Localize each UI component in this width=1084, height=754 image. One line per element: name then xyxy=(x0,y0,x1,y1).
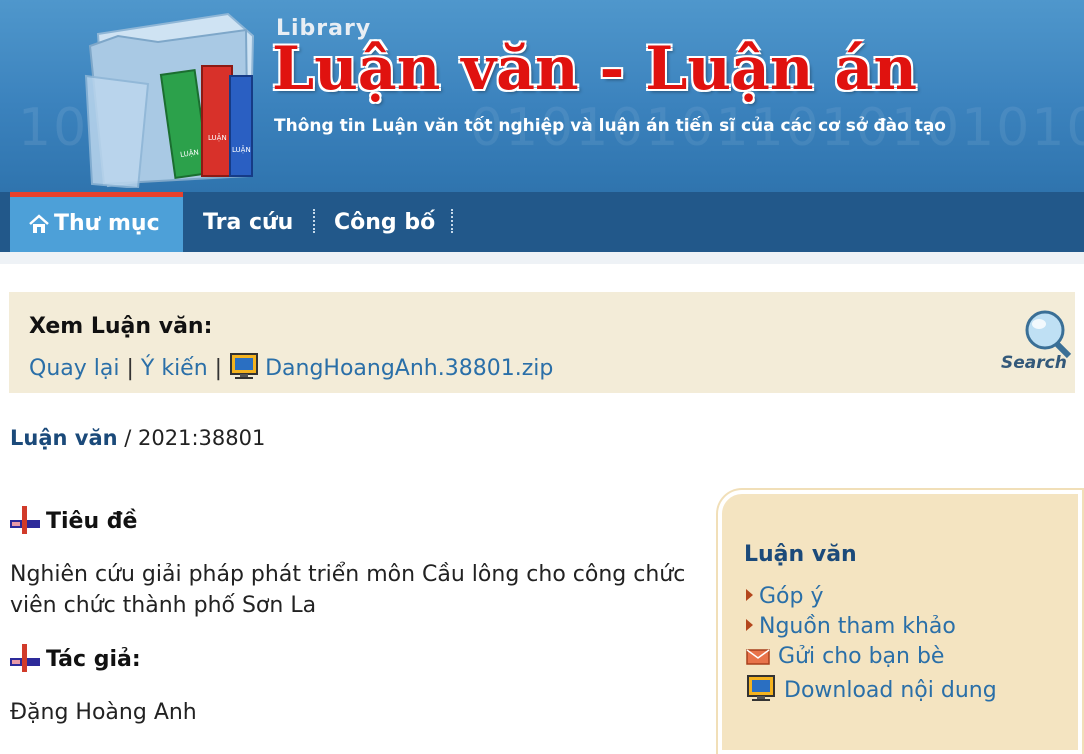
author-name-text: Đặng Hoàng Anh xyxy=(10,700,197,725)
search-magnifier-icon[interactable]: Search xyxy=(999,306,1075,376)
nav-tab-label: Tra cứu xyxy=(203,210,294,235)
section-title-heading: Tiêu đề xyxy=(10,506,137,534)
action-label: Gửi cho bạn bè xyxy=(778,644,945,669)
action-label: Nguồn tham khảo xyxy=(759,614,956,639)
sidebox-title: Luận văn xyxy=(744,542,857,567)
download-file-link[interactable]: DangHoangAnh.38801.zip xyxy=(265,356,553,381)
feedback-link[interactable]: Ý kiến xyxy=(141,356,208,381)
download-content-link[interactable]: Download nội dung xyxy=(746,674,997,703)
search-icon-label: Search xyxy=(1001,353,1067,373)
cross-marker-icon xyxy=(10,506,40,534)
section-heading-label: Tác giả: xyxy=(46,647,141,672)
library-folder-logo-icon: LUẬN LUẬN LUẬN xyxy=(84,12,255,188)
view-panel-links: Quay lại | Ý kiến | DangHoangAnh.38801.z… xyxy=(29,352,553,381)
arrow-right-icon xyxy=(746,619,753,631)
record-identifier: Luận văn / 2021:38801 xyxy=(10,426,265,450)
nav-tab-cong-bo[interactable]: Công bố xyxy=(334,192,435,252)
record-id: / 2021:38801 xyxy=(117,426,266,450)
nav-tab-thu-muc[interactable]: Thư mục xyxy=(10,192,183,252)
feedback-action-link[interactable]: Góp ý xyxy=(746,584,824,609)
thesis-title-text: Nghiên cứu giải pháp phát triển môn Cầu … xyxy=(10,562,686,618)
action-label: Download nội dung xyxy=(784,678,997,703)
site-tagline: Thông tin Luận văn tốt nghiệp và luận án… xyxy=(274,116,946,136)
nav-bottom-strip xyxy=(0,252,1084,264)
main-navigation: Thư mục Tra cứu Công bố xyxy=(0,192,1084,252)
envelope-icon xyxy=(746,649,770,665)
cross-marker-icon xyxy=(10,644,40,672)
nav-tab-tra-cuu[interactable]: Tra cứu xyxy=(203,192,293,252)
site-header-banner: 10 0101010110101010100 LUẬN LUẬN LUẬN Li… xyxy=(0,0,1084,192)
link-separator: | xyxy=(214,356,223,381)
nav-tab-label: Thư mục xyxy=(54,211,160,236)
thesis-actions-box: Luận văn Góp ý Nguồn tham khảo Gửi cho b… xyxy=(718,490,1082,754)
view-panel-title: Xem Luận văn: xyxy=(29,314,213,339)
logo-book-label-red: LUẬN xyxy=(208,133,227,142)
zip-file-icon xyxy=(230,353,259,379)
send-to-friend-link[interactable]: Gửi cho bạn bè xyxy=(746,644,944,669)
record-type: Luận văn xyxy=(10,426,118,450)
site-title: Luận văn - Luận án xyxy=(272,34,917,104)
view-thesis-panel: Xem Luận văn: Quay lại | Ý kiến | DangHo… xyxy=(9,292,1075,393)
section-heading-label: Tiêu đề xyxy=(46,509,138,534)
logo-book-label-blue: LUẬN xyxy=(232,145,251,154)
arrow-right-icon xyxy=(746,589,753,601)
references-action-link[interactable]: Nguồn tham khảo xyxy=(746,614,956,639)
nav-separator xyxy=(313,209,315,233)
home-icon xyxy=(29,214,49,233)
section-author-heading: Tác giả: xyxy=(10,644,141,672)
back-link[interactable]: Quay lại xyxy=(29,356,119,381)
action-label: Góp ý xyxy=(759,584,824,609)
nav-tab-label: Công bố xyxy=(334,210,436,235)
download-icon xyxy=(747,675,775,701)
link-separator: | xyxy=(126,356,134,381)
nav-separator xyxy=(451,209,453,233)
